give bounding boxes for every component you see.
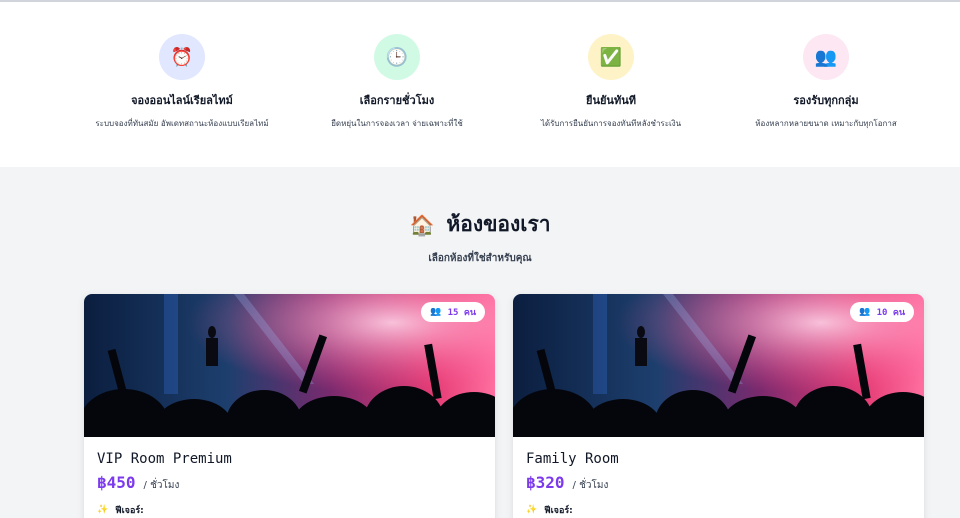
room-card-family[interactable]: 👥 10 คน Family Room ฿320 / ชั่วโมง ✨ ฟีเ… <box>513 294 924 518</box>
price-amount: ฿450 <box>97 473 136 492</box>
features-label: ฟีเจอร์: <box>115 506 144 516</box>
feature-realtime-booking: ⏰ จองออนไลน์เรียลไทม์ ระบบจองที่ทันสมัย … <box>62 34 302 130</box>
feature-description: ระบบจองที่ทันสมัย อัพเดทสถานะห้องแบบเรีย… <box>95 119 269 128</box>
rooms-title: ห้องของเรา <box>446 212 551 236</box>
feature-description: ยืดหยุ่นในการจองเวลา จ่ายเฉพาะที่ใช้ <box>331 119 463 128</box>
capacity-text: 15 คน <box>447 308 476 318</box>
feature-title: ยืนยันทันที <box>586 94 636 107</box>
sparkle-icon: ✨ <box>526 505 538 515</box>
room-name: VIP Room Premium <box>97 451 232 467</box>
room-card-body: VIP Room Premium ฿450 / ชั่วโมง ✨ ฟีเจอร… <box>84 437 495 517</box>
features-label: ฟีเจอร์: <box>544 506 573 516</box>
house-icon: 🏠 <box>409 212 435 237</box>
users-icon: 👥 <box>430 307 442 317</box>
room-card-body: Family Room ฿320 / ชั่วโมง ✨ ฟีเจอร์: <box>513 437 924 517</box>
room-name: Family Room <box>526 451 619 467</box>
feature-description: ได้รับการยืนยันการจองทันทีหลังชำระเงิน <box>540 119 682 128</box>
clock-icon: 🕒 <box>374 34 420 80</box>
room-price: ฿320 / ชั่วโมง <box>526 473 911 493</box>
feature-instant-confirm: ✅ ยืนยันทันที ได้รับการยืนยันการจองทันที… <box>491 34 731 130</box>
users-icon: 👥 <box>859 307 871 317</box>
capacity-badge: 👥 10 คน <box>850 302 914 322</box>
alarm-clock-icon: ⏰ <box>159 34 205 80</box>
price-unit: / ชั่วโมง <box>572 480 609 491</box>
capacity-badge: 👥 15 คน <box>421 302 485 322</box>
room-price: ฿450 / ชั่วโมง <box>97 473 482 493</box>
users-icon: 👥 <box>803 34 849 80</box>
feature-description: ห้องหลากหลายขนาด เหมาะกับทุกโอกาส <box>755 119 897 128</box>
sparkle-icon: ✨ <box>97 505 109 515</box>
feature-hourly: 🕒 เลือกรายชั่วโมง ยืดหยุ่นในการจองเวลา จ… <box>277 34 517 130</box>
feature-all-groups: 👥 รองรับทุกกลุ่ม ห้องหลากหลายขนาด เหมาะก… <box>706 34 946 130</box>
feature-title: รองรับทุกกลุ่ม <box>793 94 859 107</box>
capacity-text: 10 คน <box>876 308 905 318</box>
price-amount: ฿320 <box>526 473 565 492</box>
room-card-vip[interactable]: 👥 15 คน VIP Room Premium ฿450 / ชั่วโมง … <box>84 294 495 518</box>
feature-title: จองออนไลน์เรียลไทม์ <box>131 94 233 107</box>
rooms-header: 🏠 ห้องของเรา เลือกห้องที่ใช่สำหรับคุณ <box>0 208 960 266</box>
room-features: ✨ ฟีเจอร์: <box>97 503 482 517</box>
rooms-subtitle: เลือกห้องที่ใช่สำหรับคุณ <box>428 253 532 264</box>
check-mark-icon: ✅ <box>588 34 634 80</box>
room-features: ✨ ฟีเจอร์: <box>526 503 911 517</box>
price-unit: / ชั่วโมง <box>143 480 180 491</box>
rooms-title-wrap: 🏠 ห้องของเรา <box>409 208 550 241</box>
features-section: ⏰ จองออนไลน์เรียลไทม์ ระบบจองที่ทันสมัย … <box>0 2 960 167</box>
feature-title: เลือกรายชั่วโมง <box>359 94 435 107</box>
